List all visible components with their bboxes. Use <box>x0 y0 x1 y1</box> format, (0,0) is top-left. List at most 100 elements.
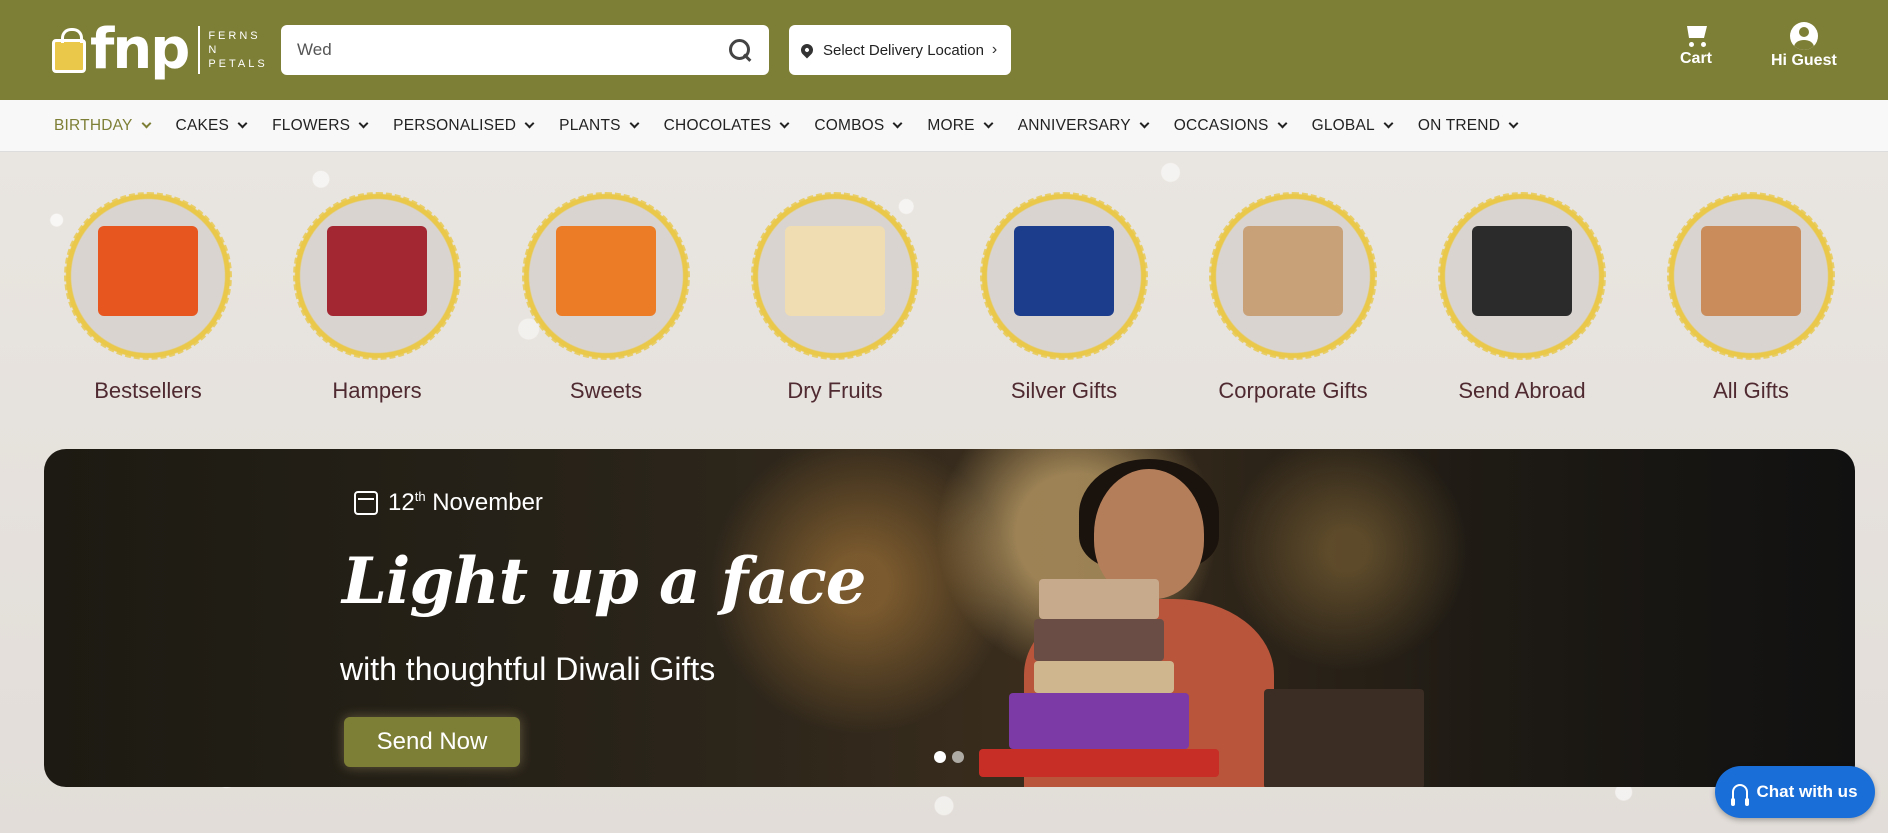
category-label: Send Abroad <box>1458 378 1586 403</box>
chevron-down-icon <box>141 118 151 129</box>
gift-box-icon <box>52 28 86 73</box>
category-label: Sweets <box>569 378 643 403</box>
nav-item-label: PLANTS <box>559 116 621 134</box>
banner-subline: with thoughtful Diwali Gifts <box>340 651 716 687</box>
category-label: Hampers <box>332 378 422 403</box>
logo-divider <box>198 26 201 74</box>
chevron-down-icon <box>524 118 535 129</box>
main-navigation: BIRTHDAY CAKES FLOWERS PERSONALISED PLAN… <box>0 100 1888 152</box>
logo-tagline: FERNS N PETALS <box>208 29 267 71</box>
nav-item-combos[interactable]: COMBOS <box>814 116 903 135</box>
nav-item-label: ANNIVERSARY <box>1017 116 1131 134</box>
nav-item-label: PERSONALISED <box>393 116 517 134</box>
corporate-gifts-icon <box>1203 186 1383 366</box>
sweets-icon <box>516 186 696 366</box>
nav-item-birthday[interactable]: BIRTHDAY <box>54 116 151 135</box>
category-label: Corporate Gifts <box>1218 378 1368 403</box>
carousel-dot[interactable] <box>934 751 946 763</box>
date-month: November <box>432 489 543 516</box>
all-gifts-icon <box>1661 186 1841 366</box>
chat-label: Chat with us <box>1756 782 1858 801</box>
logo-tagline-line: PETALS <box>208 58 268 70</box>
chevron-down-icon <box>629 118 640 129</box>
logo-tagline-line: FERNS <box>208 30 261 42</box>
nav-item-plants[interactable]: PLANTS <box>559 116 640 135</box>
nav-item-label: CHOCOLATES <box>663 116 772 134</box>
headset-icon <box>1731 784 1750 806</box>
carousel-dot[interactable] <box>952 751 964 763</box>
hampers-icon <box>287 186 467 366</box>
chevron-down-icon <box>983 118 994 129</box>
nav-item-label: OCCASIONS <box>1173 116 1269 134</box>
category-tile-bestsellers[interactable]: Bestsellers <box>48 186 248 404</box>
chevron-down-icon <box>779 118 790 129</box>
top-header: fnp FERNS N PETALS Select Delivery Locat… <box>0 0 1888 100</box>
date-day: 12 <box>388 489 415 516</box>
nav-item-cakes[interactable]: CAKES <box>175 116 248 135</box>
nav-item-label: MORE <box>927 116 975 134</box>
nav-item-occasions[interactable]: OCCASIONS <box>1173 116 1288 135</box>
logo-tagline-line: N <box>208 44 220 56</box>
silver-gifts-icon <box>974 186 1154 366</box>
nav-item-anniversary[interactable]: ANNIVERSARY <box>1017 116 1150 135</box>
category-label: Silver Gifts <box>1010 378 1118 403</box>
dry-fruits-icon <box>745 186 925 366</box>
cart-button[interactable]: Cart <box>1680 22 1712 68</box>
hero-banner[interactable]: 12th November Light up a face with thoug… <box>44 449 1855 787</box>
chat-with-us-button[interactable]: Chat with us <box>1715 766 1875 818</box>
category-label: All Gifts <box>1713 378 1789 403</box>
send-abroad-icon <box>1432 186 1612 366</box>
category-tile-sweets[interactable]: Sweets <box>506 186 706 404</box>
nav-item-label: ON TREND <box>1417 116 1501 134</box>
nav-item-more[interactable]: MORE <box>927 116 994 135</box>
category-tile-dry-fruits[interactable]: Dry Fruits <box>735 186 935 404</box>
account-label: Hi Guest <box>1771 52 1837 69</box>
bestsellers-icon <box>58 186 238 366</box>
nav-item-global[interactable]: GLOBAL <box>1311 116 1394 135</box>
nav-item-label: GLOBAL <box>1311 116 1375 134</box>
nav-item-label: FLOWERS <box>272 116 351 134</box>
gift-stack-image <box>979 579 1239 779</box>
date-text: 12th November <box>388 489 543 517</box>
chevron-down-icon <box>1508 118 1519 129</box>
category-label: Dry Fruits <box>787 378 883 403</box>
banner-date: 12th November <box>354 489 543 517</box>
cart-label: Cart <box>1680 50 1713 67</box>
category-tile-all-gifts[interactable]: All Gifts <box>1651 186 1851 404</box>
soan-papdi-box-image <box>1264 689 1424 787</box>
nav-item-personalised[interactable]: PERSONALISED <box>393 116 535 135</box>
chevron-down-icon <box>1139 118 1150 129</box>
chevron-down-icon <box>358 118 369 129</box>
delivery-location-button[interactable]: Select Delivery Location › <box>789 25 1011 75</box>
chevron-down-icon <box>237 118 248 129</box>
send-now-button[interactable]: Send Now <box>344 717 520 767</box>
nav-item-label: BIRTHDAY <box>54 116 133 134</box>
delivery-location-label: Select Delivery Location <box>823 41 984 59</box>
account-button[interactable]: Hi Guest <box>1771 22 1837 70</box>
calendar-icon <box>354 491 378 515</box>
user-icon <box>1789 22 1818 50</box>
cart-icon <box>1681 22 1711 50</box>
search-icon[interactable] <box>727 37 753 63</box>
nav-item-chocolates[interactable]: CHOCOLATES <box>663 116 790 135</box>
location-pin-icon <box>798 41 816 59</box>
nav-item-label: COMBOS <box>814 116 885 134</box>
fnp-logo[interactable]: fnp FERNS N PETALS <box>52 18 268 82</box>
category-label: Bestsellers <box>94 378 202 403</box>
nav-item-on-trend[interactable]: ON TREND <box>1417 116 1519 135</box>
logo-word: fnp <box>90 17 190 82</box>
chevron-down-icon <box>1277 118 1288 129</box>
chevron-down-icon <box>892 118 903 129</box>
date-suffix: th <box>414 489 426 504</box>
nav-item-label: CAKES <box>175 116 230 134</box>
search-input[interactable] <box>297 40 727 60</box>
chevron-down-icon <box>1383 118 1394 129</box>
category-tile-hampers[interactable]: Hampers <box>277 186 477 404</box>
carousel-dots <box>934 751 964 763</box>
chevron-right-icon: › <box>991 41 998 58</box>
category-tile-send-abroad[interactable]: Send Abroad <box>1422 186 1622 404</box>
search-bar <box>281 25 769 75</box>
category-tile-silver-gifts[interactable]: Silver Gifts <box>964 186 1164 404</box>
nav-item-flowers[interactable]: FLOWERS <box>272 116 369 135</box>
category-tile-corporate-gifts[interactable]: Corporate Gifts <box>1193 186 1393 404</box>
